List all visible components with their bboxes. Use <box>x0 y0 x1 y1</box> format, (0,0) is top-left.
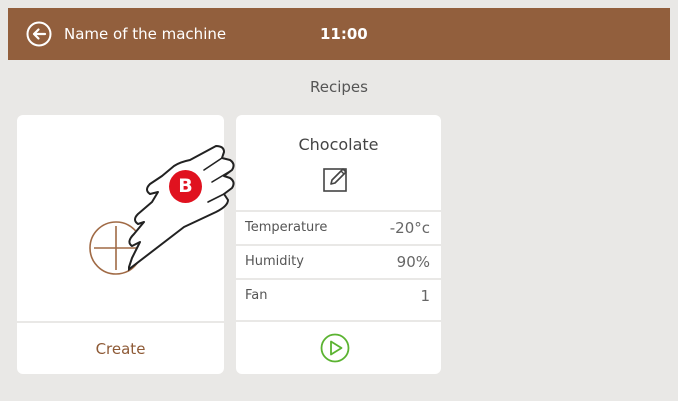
back-arrow-icon[interactable] <box>26 21 52 47</box>
param-row-humidity: Humidity 90% <box>236 244 441 278</box>
param-value: 90% <box>396 253 430 271</box>
create-recipe-card[interactable]: Create <box>17 115 224 374</box>
play-circle-icon[interactable] <box>320 333 350 363</box>
param-label: Fan <box>245 288 268 303</box>
recipe-name: Chocolate <box>298 135 379 154</box>
param-value: -20°c <box>389 219 430 237</box>
param-value: 1 <box>420 287 430 305</box>
param-label: Humidity <box>245 254 304 269</box>
param-row-temperature: Temperature -20°c <box>236 210 441 244</box>
page-title: Recipes <box>310 78 368 96</box>
param-row-fan: Fan 1 <box>236 278 441 320</box>
top-bar: Name of the machine 11:00 <box>8 8 670 60</box>
param-label: Temperature <box>245 220 328 235</box>
create-button[interactable]: Create <box>17 323 224 374</box>
step-badge: B <box>169 170 202 203</box>
add-circle-icon[interactable] <box>88 220 144 276</box>
recipe-header: Chocolate <box>236 115 441 210</box>
machine-name: Name of the machine <box>64 25 227 43</box>
play-row <box>236 320 441 374</box>
edit-icon[interactable] <box>322 165 350 193</box>
recipe-card: Chocolate Temperature -20°c Humidity 90%… <box>236 115 441 374</box>
clock-time: 11:00 <box>320 25 368 43</box>
